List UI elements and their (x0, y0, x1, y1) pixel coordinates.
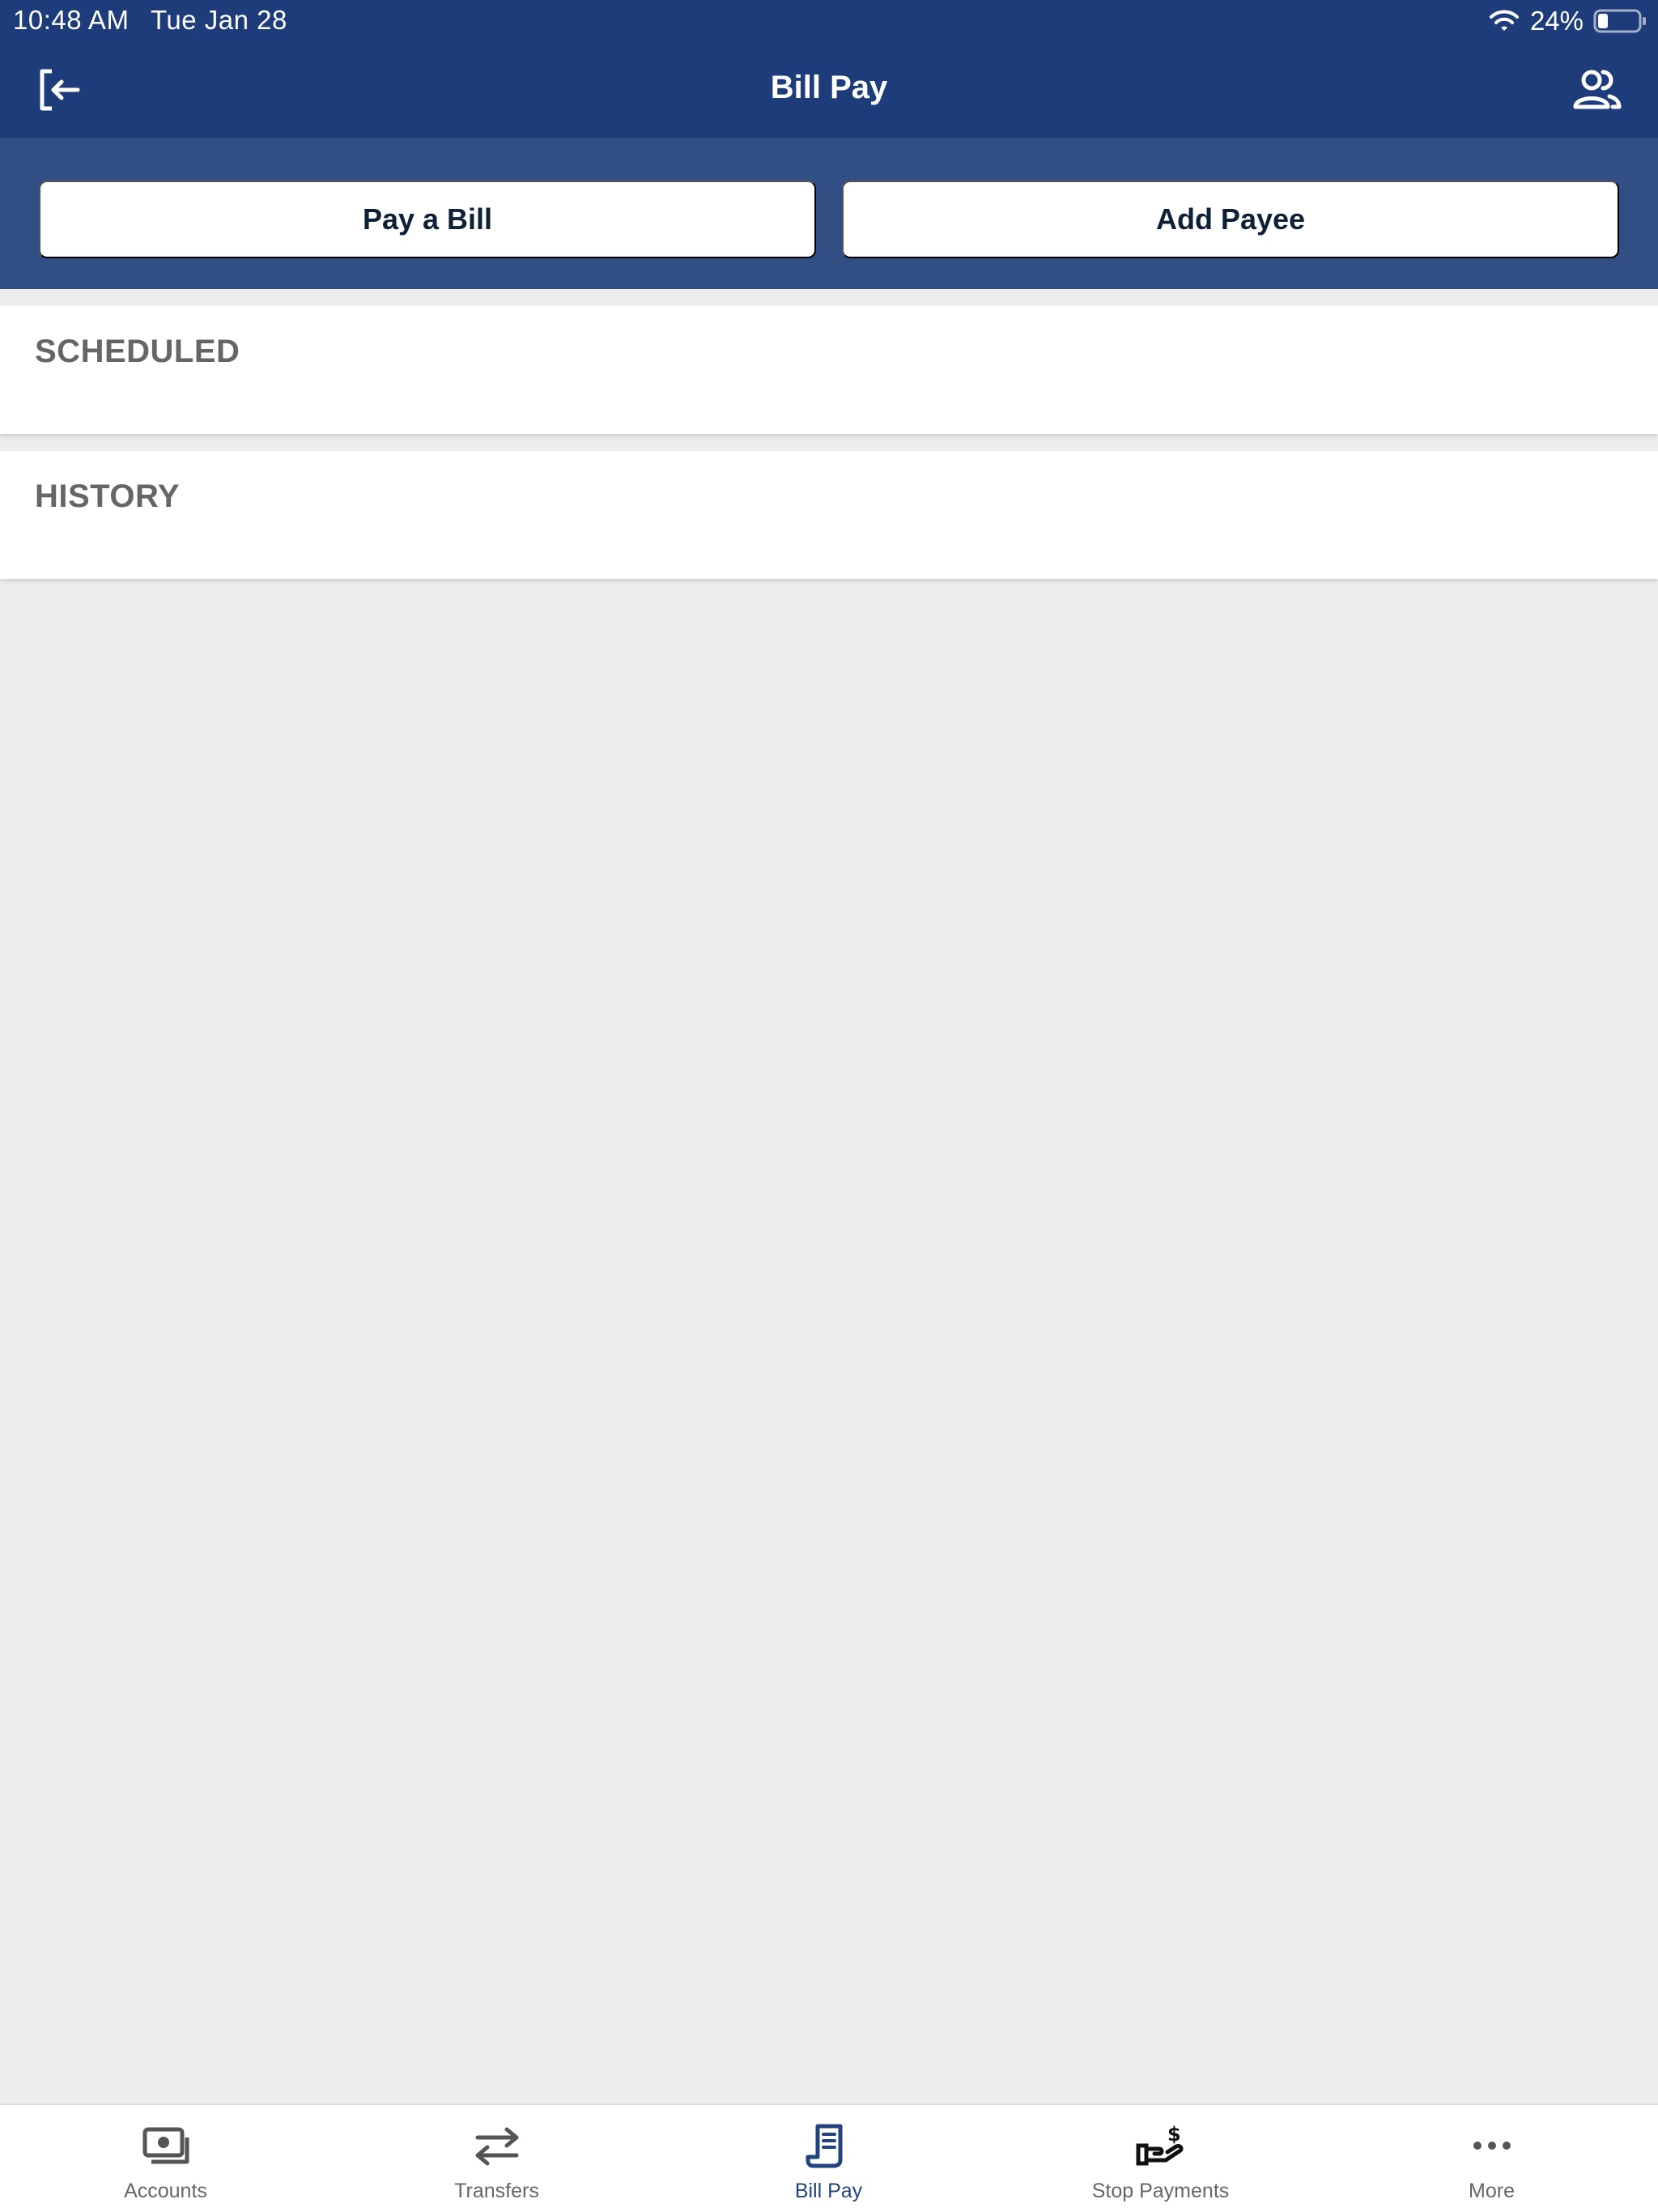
status-time: 10:48 AM (13, 5, 130, 35)
tab-label-accounts: Accounts (124, 2180, 207, 2202)
tab-stop-payments[interactable]: $ Stop Payments (995, 2105, 1326, 2212)
wifi-icon (1489, 10, 1519, 31)
scheduled-heading: SCHEDULED (35, 334, 240, 369)
battery-icon (1593, 9, 1646, 33)
history-section[interactable]: HISTORY (0, 451, 1658, 579)
tab-label-bill-pay: Bill Pay (794, 2180, 863, 2202)
add-payee-button[interactable]: Add Payee (842, 181, 1619, 258)
status-bar: 10:48 AM Tue Jan 28 24% (0, 0, 1658, 42)
battery-percent: 24% (1529, 6, 1584, 36)
page-title: Bill Pay (770, 70, 888, 105)
tab-label-stop-payments: Stop Payments (1091, 2180, 1230, 2202)
tab-more[interactable]: More (1326, 2105, 1657, 2212)
tab-transfers[interactable]: Transfers (331, 2105, 662, 2212)
status-date: Tue Jan 28 (151, 5, 287, 35)
scheduled-section[interactable]: SCHEDULED (0, 306, 1658, 434)
history-heading: HISTORY (35, 479, 181, 514)
action-strip: Pay a Bill Add Payee (0, 138, 1658, 289)
bill-icon (806, 2124, 842, 2168)
tab-bill-pay[interactable]: Bill Pay (663, 2105, 994, 2212)
hand-money-icon: $ (1136, 2123, 1183, 2166)
svg-text:$: $ (1167, 2123, 1181, 2146)
pay-bill-button[interactable]: Pay a Bill (39, 181, 816, 258)
bill-pay-screen: 10:48 AM Tue Jan 28 24% Bill Pay Pay a B… (0, 0, 1658, 2212)
more-dots-icon (1473, 2142, 1511, 2150)
cash-icon (142, 2127, 189, 2164)
tab-label-more: More (1469, 2180, 1515, 2202)
user-group-icon[interactable] (1572, 66, 1622, 113)
nav-bar: Bill Pay (0, 42, 1658, 138)
tab-accounts[interactable]: Accounts (0, 2105, 331, 2212)
status-right: 24% (1488, 6, 1647, 36)
tab-label-transfers: Transfers (454, 2180, 539, 2202)
transfer-arrows-icon (475, 2127, 518, 2166)
tab-bar: Accounts Transfers Bill Pay $ Stop Payme… (0, 2104, 1658, 2212)
